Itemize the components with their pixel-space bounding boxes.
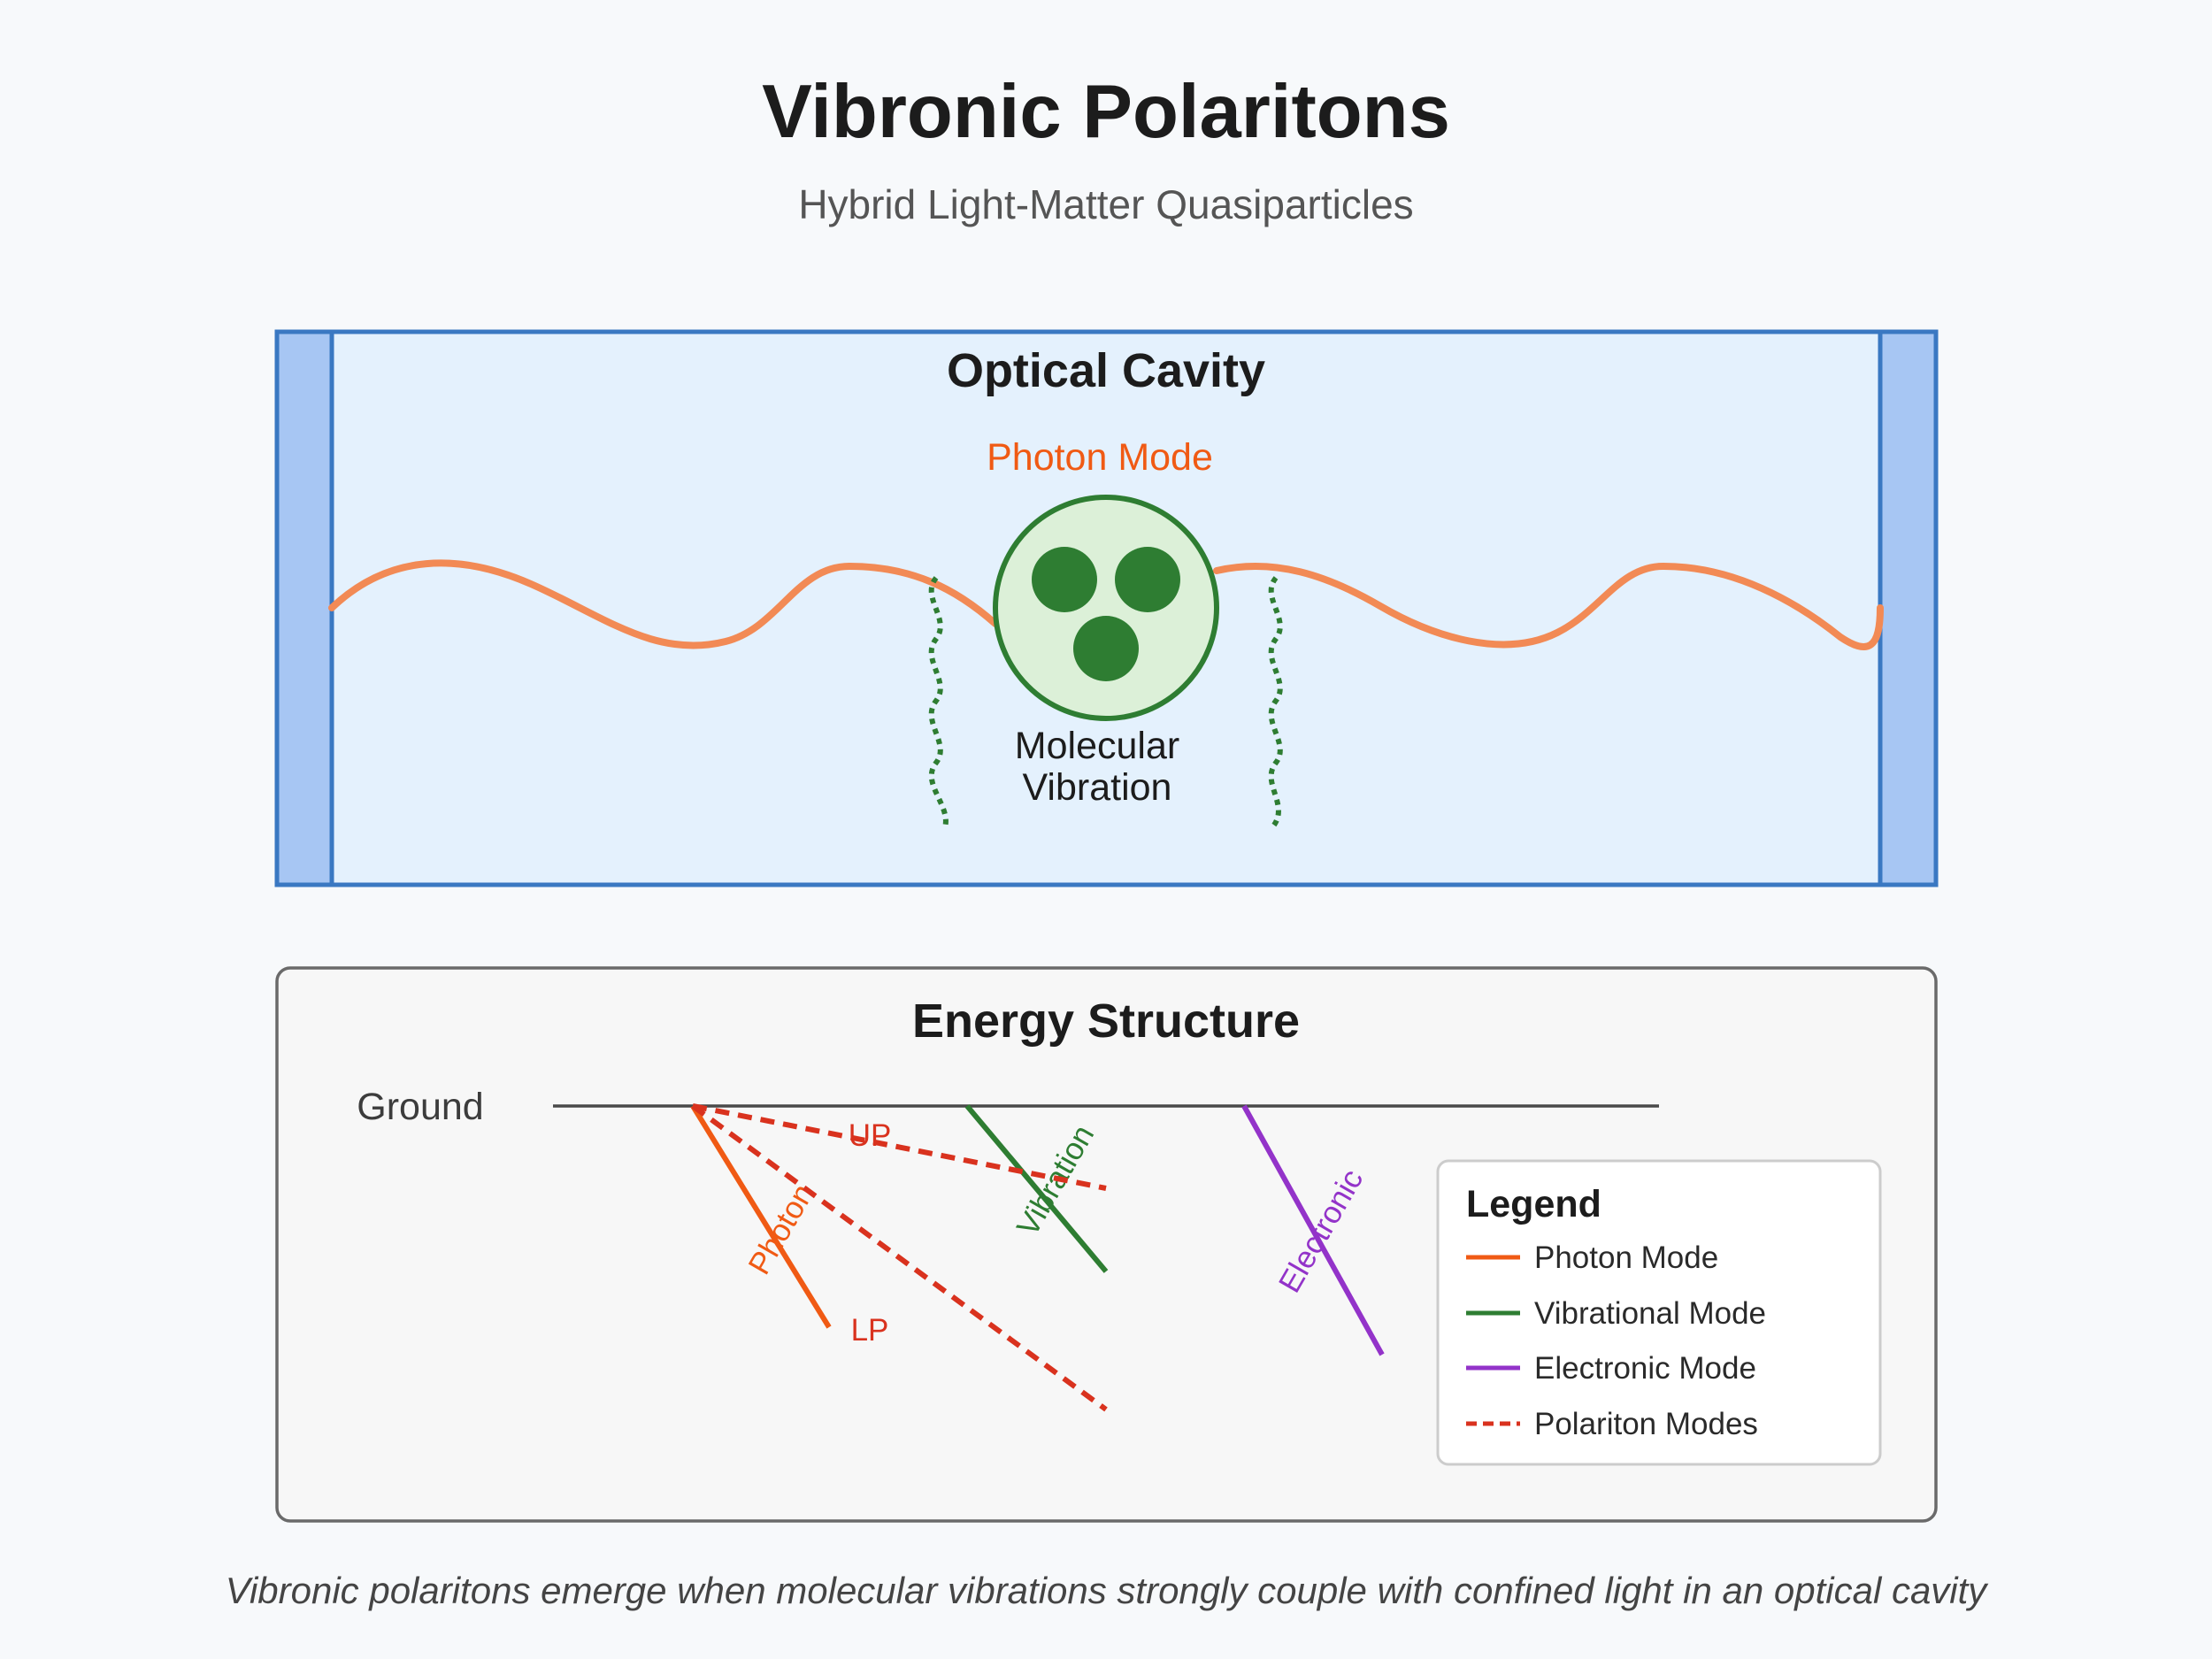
molecule-label-line2: Vibration (1023, 766, 1172, 809)
legend-item-polariton: Polariton Modes (1534, 1407, 1758, 1441)
legend-item-electronic: Electronic Mode (1534, 1351, 1756, 1386)
legend-item-vibrational: Vibrational Mode (1534, 1296, 1766, 1331)
left-mirror (274, 329, 334, 887)
legend: Legend Photon Mode Vibrational Mode Elec… (1436, 1159, 1882, 1466)
molecule (993, 495, 1219, 721)
diagram-canvas: Vibronic Polaritons Hybrid Light-Matter … (226, 70, 1990, 1611)
right-mirror (1878, 329, 1939, 887)
energy-title: Energy Structure (912, 995, 1300, 1048)
page-title: Vibronic Polaritons (762, 70, 1450, 154)
legend-title: Legend (1466, 1183, 1601, 1225)
energy-structure-panel: Energy Structure Ground Photon Vibration… (275, 966, 1938, 1523)
atom-1 (1032, 547, 1097, 612)
molecule-label-line1: Molecular (1015, 725, 1179, 767)
lp-label: LP (851, 1313, 889, 1348)
legend-item-photon: Photon Mode (1534, 1240, 1718, 1275)
optical-cavity-panel: Optical Cavity Photon Mode Molecular Vib… (274, 329, 1939, 887)
photon-mode-label: Photon Mode (987, 436, 1213, 479)
cavity-title: Optical Cavity (947, 344, 1265, 397)
molecule-shell (993, 495, 1219, 721)
caption: Vibronic polaritons emerge when molecula… (226, 1570, 1990, 1611)
up-label: UP (849, 1118, 892, 1153)
page-subtitle: Hybrid Light-Matter Quasiparticles (798, 181, 1413, 227)
ground-label: Ground (357, 1086, 483, 1128)
atom-2 (1115, 547, 1180, 612)
atom-3 (1073, 616, 1139, 681)
